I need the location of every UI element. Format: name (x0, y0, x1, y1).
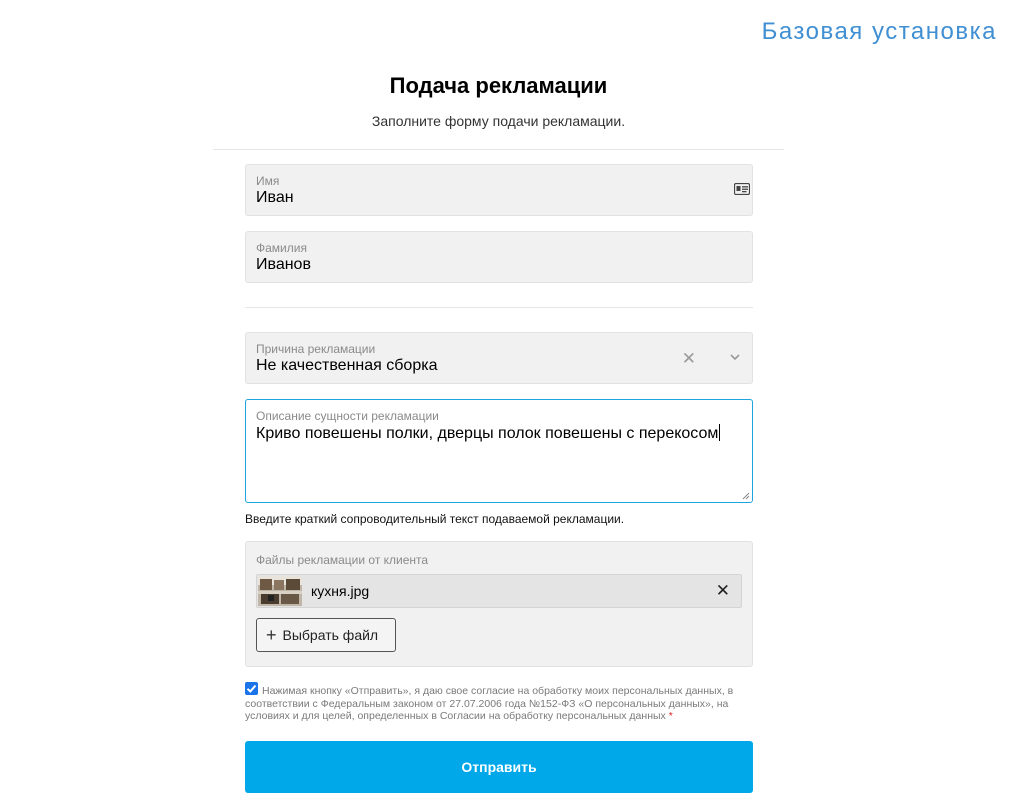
required-mark: * (668, 710, 673, 722)
files-upload: Файлы рекламации от клиента кухня.jpg ✕ … (245, 541, 753, 667)
consent-text-body: Нажимая кнопку «Отправить», я даю свое с… (245, 685, 734, 722)
submit-button[interactable]: Отправить (245, 741, 753, 793)
checkmark-icon (246, 684, 257, 693)
resize-grip-icon[interactable] (742, 492, 750, 500)
choose-file-label: Выбрать файл (282, 627, 379, 643)
remove-file-icon[interactable]: ✕ (716, 581, 730, 601)
top-divider (213, 149, 784, 150)
surname-field-value[interactable]: Иванов (256, 256, 311, 274)
brand-title: Базовая установка (761, 18, 997, 45)
clear-icon[interactable]: ✕ (682, 349, 696, 369)
description-label: Описание сущности рекламации (256, 409, 439, 423)
description-hint: Введите краткий сопроводительный текст п… (245, 512, 625, 526)
name-field[interactable]: Имя Иван (245, 164, 753, 216)
plus-icon: + (266, 625, 277, 645)
page-title: Подача рекламации (389, 73, 608, 98)
surname-field-label: Фамилия (256, 241, 307, 255)
reason-select-label: Причина рекламации (256, 342, 376, 356)
consent-block: Нажимая кнопку «Отправить», я даю свое с… (245, 682, 755, 723)
files-label: Файлы рекламации от клиента (256, 553, 429, 567)
section-divider (245, 307, 753, 308)
file-thumbnail (258, 576, 302, 606)
chevron-down-icon[interactable] (730, 353, 740, 361)
reason-select[interactable]: Причина рекламации Не качественная сборк… (245, 332, 753, 384)
id-card-icon (734, 183, 750, 195)
description-text: Криво повешены полки, дверцы полок повеш… (256, 425, 719, 442)
consent-text: Нажимая кнопку «Отправить», я даю свое с… (245, 685, 755, 723)
text-cursor (719, 424, 721, 441)
name-field-value[interactable]: Иван (256, 189, 294, 207)
description-value[interactable]: Криво повешены полки, дверцы полок повеш… (256, 424, 736, 443)
choose-file-button[interactable]: + Выбрать файл (256, 618, 396, 652)
file-name: кухня.jpg (311, 583, 370, 599)
page-subtitle: Заполните форму подачи рекламации. (371, 113, 626, 129)
file-item: кухня.jpg ✕ (256, 574, 742, 608)
description-textarea[interactable]: Описание сущности рекламации Криво повеш… (245, 399, 753, 503)
surname-field[interactable]: Фамилия Иванов (245, 231, 753, 283)
reason-select-value: Не качественная сборка (256, 357, 438, 374)
consent-checkbox[interactable] (245, 682, 258, 695)
name-field-label: Имя (256, 174, 280, 188)
